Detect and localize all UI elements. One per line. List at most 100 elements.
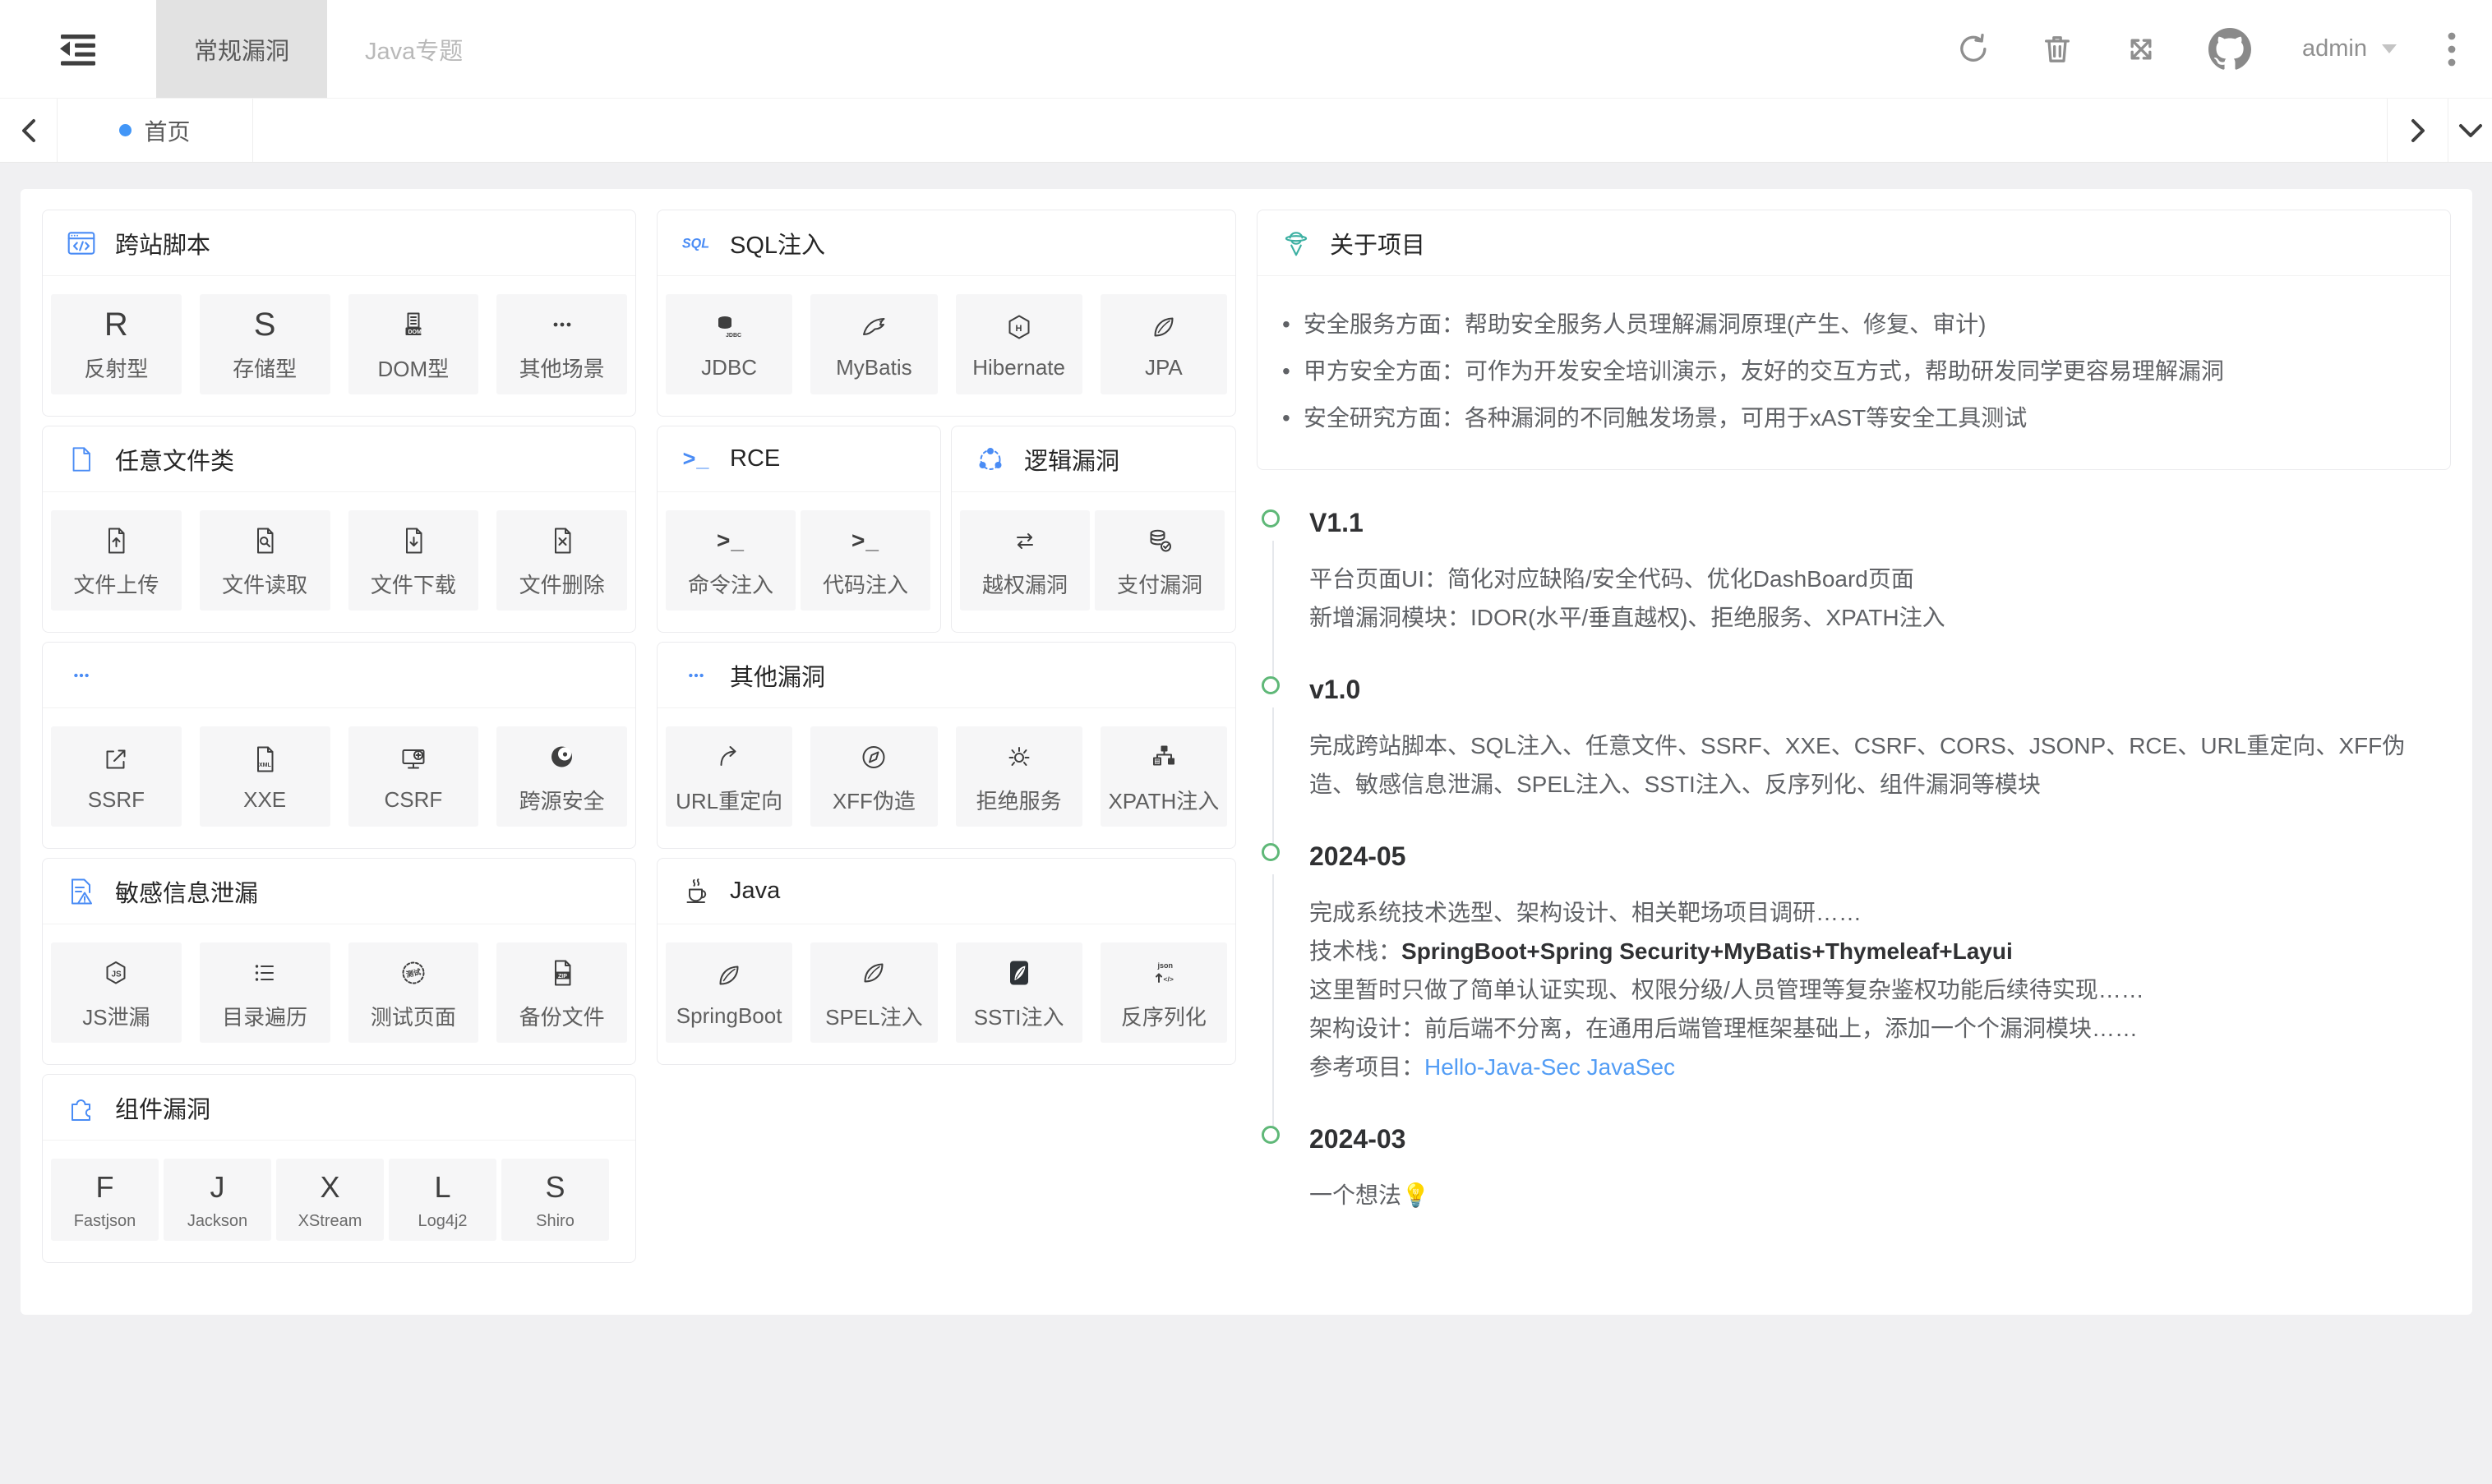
tile-label: 文件删除 — [519, 569, 605, 599]
monitor-shield-icon — [399, 741, 428, 777]
tile-xxe[interactable]: XML XXE — [200, 726, 330, 827]
card-xss-header: 跨站脚本 — [43, 210, 635, 276]
tile-reflected-xss[interactable]: R 反射型 — [51, 294, 182, 394]
link-hello-java-sec[interactable]: Hello-Java-Sec — [1424, 1054, 1581, 1080]
refresh-button[interactable] — [1957, 33, 1990, 66]
tile-spel-injection[interactable]: SPEL注入 — [810, 942, 937, 1043]
nodes-circle-icon — [975, 445, 1006, 474]
card-title: 逻辑漏洞 — [1024, 442, 1119, 477]
fullscreen-button[interactable] — [2125, 33, 2157, 66]
timeline-text: 这里暂时只做了简单认证实现、权限分级/人员管理等复杂鉴权功能后续待实现…… — [1309, 970, 2451, 1009]
external-link-icon — [101, 741, 131, 777]
clear-cache-button[interactable] — [2041, 33, 2074, 66]
tile-shiro[interactable]: S Shiro — [501, 1159, 609, 1241]
tile-mybatis[interactable]: MyBatis — [810, 294, 937, 394]
tile-label: Hibernate — [972, 355, 1065, 380]
tile-label: 目录遍历 — [222, 1001, 307, 1031]
chevron-down-icon — [2456, 114, 2485, 147]
card-misc-header — [43, 643, 635, 708]
tile-backup-file[interactable]: ZIP 备份文件 — [496, 942, 627, 1043]
tile-dom-xss[interactable]: DOM DOM型 — [348, 294, 479, 394]
bullet-icon: • — [1282, 394, 1290, 441]
timeline-dot-icon — [1262, 676, 1280, 694]
card-other-header: 其他漏洞 — [658, 643, 1235, 708]
tile-other-xss[interactable]: 其他场景 — [496, 294, 627, 394]
tile-js-leak[interactable]: JS JS泄漏 — [51, 942, 182, 1043]
tile-stored-xss[interactable]: S 存储型 — [200, 294, 330, 394]
card-sql-header: SQL SQL注入 — [658, 210, 1235, 276]
timeline-text: 完成系统技术选型、架构设计、相关靶场项目调研…… — [1309, 893, 2451, 932]
leaf-icon — [1149, 309, 1179, 345]
link-javasec[interactable]: JavaSec — [1587, 1054, 1675, 1080]
timeline-item-2024-03: 2024-03 一个想法💡 — [1262, 1124, 2451, 1252]
more-menu-button[interactable] — [2448, 31, 2456, 67]
tagbar-spacer — [253, 99, 2387, 162]
tile-file-read[interactable]: 文件读取 — [200, 510, 330, 611]
list-icon — [250, 955, 279, 991]
top-navbar: 常规漏洞 Java专题 — [0, 0, 2492, 99]
card-components: 组件漏洞 F Fastjson J Jackson X XStream L Lo… — [42, 1074, 636, 1263]
tile-label: 拒绝服务 — [976, 785, 1062, 815]
tile-xstream[interactable]: X XStream — [276, 1159, 384, 1241]
card-column-2: SQL SQL注入 JDBC JDBC — [657, 210, 1236, 1294]
sidebar-collapse-button[interactable] — [0, 0, 156, 98]
tile-command-injection[interactable]: >_ 命令注入 — [666, 510, 796, 611]
user-menu[interactable]: admin — [2302, 35, 2397, 62]
tile-label: Log4j2 — [418, 1212, 467, 1231]
browser-code-icon — [66, 228, 97, 259]
tile-payment-vuln[interactable]: 支付漏洞 — [1095, 510, 1225, 611]
tile-log4j2[interactable]: L Log4j2 — [389, 1159, 496, 1241]
tags-scroll-left-button[interactable] — [0, 99, 58, 162]
timeline-dot-icon — [1262, 843, 1280, 861]
tags-scroll-right-button[interactable] — [2387, 99, 2448, 162]
tile-label: 支付漏洞 — [1117, 569, 1202, 599]
tile-xpath-injection[interactable]: XPATH注入 — [1101, 726, 1227, 827]
card-title: 任意文件类 — [115, 442, 234, 477]
tile-fastjson[interactable]: F Fastjson — [51, 1159, 159, 1241]
file-search-icon — [250, 523, 279, 559]
tile-xff-forge[interactable]: XFF伪造 — [810, 726, 937, 827]
tile-file-download[interactable]: 文件下载 — [348, 510, 479, 611]
tile-cors[interactable]: 跨源安全 — [496, 726, 627, 827]
tile-label: SPEL注入 — [825, 1001, 923, 1031]
tile-jdbc[interactable]: JDBC JDBC — [666, 294, 792, 394]
tile-url-redirect[interactable]: URL重定向 — [666, 726, 792, 827]
tile-dir-traversal[interactable]: 目录遍历 — [200, 942, 330, 1043]
github-button[interactable] — [2208, 28, 2251, 71]
tile-csrf[interactable]: CSRF — [348, 726, 479, 827]
tile-jackson[interactable]: J Jackson — [164, 1159, 271, 1241]
tab-regular-vulns[interactable]: 常规漏洞 — [156, 0, 327, 98]
svg-text:json: json — [1156, 961, 1173, 970]
card-other-body: URL重定向 XFF伪造 拒绝服务 — [658, 708, 1235, 848]
tile-file-delete[interactable]: 文件删除 — [496, 510, 627, 611]
tile-file-upload[interactable]: 文件上传 — [51, 510, 182, 611]
tile-label: SSRF — [88, 787, 145, 813]
tag-home[interactable]: 首页 — [58, 99, 253, 162]
tile-code-injection[interactable]: >_ 代码注入 — [801, 510, 930, 611]
chevron-left-icon — [16, 114, 42, 147]
tile-springboot[interactable]: SpringBoot — [666, 942, 792, 1043]
database-icon: JDBC — [714, 309, 744, 345]
bullet-icon: • — [1282, 348, 1290, 394]
tile-label: 代码注入 — [823, 569, 908, 599]
tile-jpa[interactable]: JPA — [1101, 294, 1227, 394]
tech-stack-value: SpringBoot+Spring Security+MyBatis+Thyme… — [1401, 938, 2013, 964]
tags-menu-button[interactable] — [2448, 99, 2492, 162]
menu-fold-icon — [58, 31, 98, 67]
svg-text:SQL: SQL — [682, 236, 709, 251]
tile-ssti-injection[interactable]: SSTI注入 — [956, 942, 1082, 1043]
tile-deserialization[interactable]: json </> 反序列化 — [1101, 942, 1227, 1043]
timeline-title: 2024-03 — [1309, 1124, 2451, 1154]
timeline-text: 架构设计：前后端不分离，在通用后端管理框架基础上，添加一个个漏洞模块…… — [1309, 1009, 2451, 1048]
tile-privilege-escalation[interactable]: 越权漏洞 — [960, 510, 1090, 611]
tile-ssrf[interactable]: SSRF — [51, 726, 182, 827]
tile-dos[interactable]: 拒绝服务 — [956, 726, 1082, 827]
card-column-1: 跨站脚本 R 反射型 S 存储型 D — [42, 210, 636, 1294]
bird-icon — [859, 309, 888, 345]
tile-label: 反射型 — [84, 353, 148, 383]
tab-java-topics[interactable]: Java专题 — [327, 0, 501, 98]
tile-hibernate[interactable]: H Hibernate — [956, 294, 1082, 394]
tile-test-page[interactable]: 测试 测试页面 — [348, 942, 479, 1043]
tile-label: 文件下载 — [371, 569, 456, 599]
card-rce-header: >_ RCE — [658, 426, 940, 492]
